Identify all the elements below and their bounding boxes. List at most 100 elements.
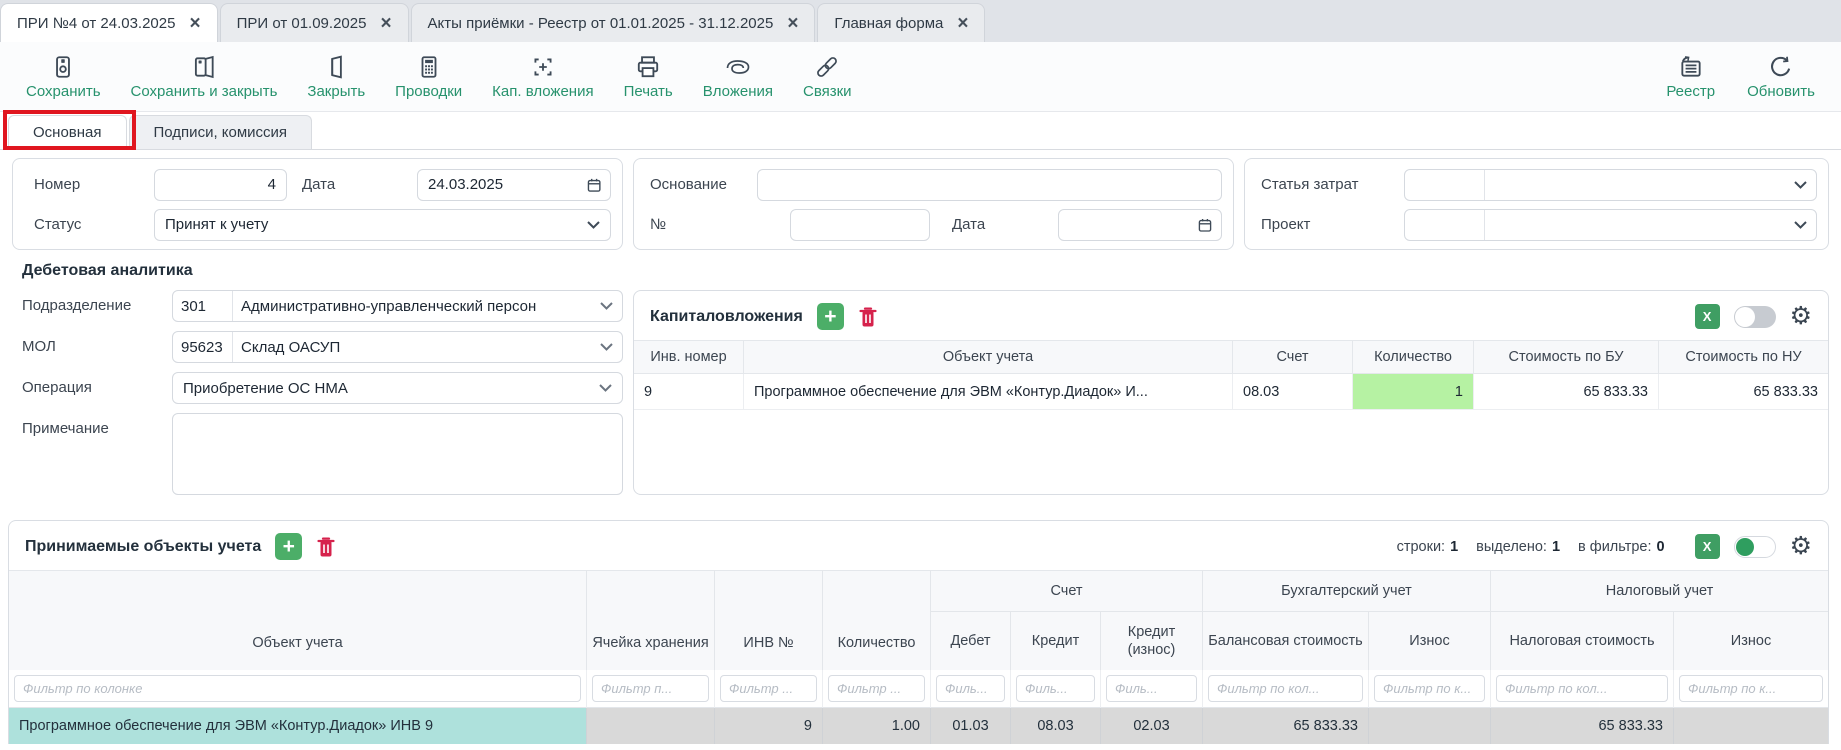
print-button[interactable]: Печать [624, 54, 673, 100]
filter-toggle[interactable] [1733, 535, 1776, 558]
column-header[interactable]: Стоимость по НУ [1659, 340, 1828, 374]
add-row-button[interactable]: + [816, 303, 844, 330]
tab-podpisi-komissiya[interactable]: Подписи, комиссия [128, 115, 313, 149]
filter-cell-input[interactable] [592, 675, 709, 702]
trash-icon [859, 307, 877, 326]
close-icon[interactable]: × [957, 14, 968, 33]
column-header[interactable]: Инв. номер [634, 340, 744, 374]
filter-qty-input[interactable] [828, 675, 925, 702]
filter-debit-input[interactable] [936, 675, 1005, 702]
column-header-credit[interactable]: Кредит [1011, 612, 1101, 670]
column-header[interactable]: Количество [1353, 340, 1474, 374]
column-header[interactable]: Стоимость по БУ [1474, 340, 1659, 374]
close-icon[interactable]: × [380, 14, 391, 33]
row-cell-qty[interactable]: 1.00 [823, 708, 931, 744]
row-cell-iznos-bu[interactable] [1369, 708, 1491, 744]
tab-registry[interactable]: Акты приёмки - Реестр от 01.01.2025 - 31… [410, 3, 816, 42]
filter-tax-input[interactable] [1496, 675, 1668, 702]
cell-cost-bu[interactable]: 65 833.33 [1474, 374, 1659, 410]
close-icon[interactable]: × [189, 14, 200, 33]
excel-export-button[interactable]: X [1694, 304, 1720, 329]
column-header[interactable]: Объект учета [744, 340, 1233, 374]
filter-credit-iznos-input[interactable] [1106, 675, 1197, 702]
filter-object-input[interactable] [14, 675, 581, 702]
toolbar-label: Печать [623, 82, 673, 100]
toolbar-label: Сохранить и закрыть [130, 82, 278, 100]
toolbar-label: Обновить [1747, 82, 1815, 100]
delete-row-button[interactable] [316, 536, 336, 558]
column-header-iznos-bu[interactable]: Износ [1369, 612, 1491, 670]
column-header-tax-cost[interactable]: Налоговая стоимость [1491, 612, 1674, 670]
refresh-button[interactable]: Обновить [1747, 54, 1815, 100]
save-button[interactable]: Сохранить [26, 54, 101, 100]
row-cell-inv[interactable]: 9 [715, 708, 823, 744]
basis-date-value-input[interactable] [1069, 216, 1197, 233]
number-input[interactable] [154, 168, 287, 201]
status-select[interactable]: Принят к учету [154, 208, 611, 241]
filter-iznos-nu-input[interactable] [1679, 675, 1823, 702]
row-cell-credit-iznos[interactable]: 02.03 [1101, 708, 1203, 744]
window-tab-bar: ПРИ №4 от 24.03.2025 × ПРИ от 01.09.2025… [0, 0, 1841, 42]
number-label: Номер [34, 176, 81, 193]
column-header-storage-cell[interactable]: Ячейка хранения [587, 570, 715, 670]
column-header[interactable]: Счет [1233, 340, 1353, 374]
column-header-qty[interactable]: Количество [823, 570, 931, 670]
column-header-inv[interactable]: ИНВ № [715, 570, 823, 670]
excel-export-button[interactable]: X [1694, 534, 1720, 559]
date-input[interactable] [417, 168, 611, 201]
note-textarea[interactable] [172, 413, 623, 495]
tab-document-pri4[interactable]: ПРИ №4 от 24.03.2025 × [0, 3, 218, 42]
filter-toggle[interactable] [1733, 305, 1776, 328]
operation-select[interactable]: Приобретение ОС НМА [172, 372, 623, 404]
column-header-credit-iznos[interactable]: Кредит (износ) [1101, 612, 1203, 670]
tab-main-form[interactable]: Главная форма × [817, 3, 986, 42]
capital-investments-button[interactable]: Кап. вложения [492, 54, 594, 100]
cell-inv-number[interactable]: 9 [634, 374, 744, 410]
column-header-iznos-nu[interactable]: Износ [1674, 612, 1828, 670]
trash-icon [317, 537, 335, 556]
column-header-debit[interactable]: Дебет [931, 612, 1011, 670]
gear-icon[interactable]: ⚙ [1790, 534, 1812, 559]
tab-osnovnaya[interactable]: Основная [8, 115, 127, 149]
row-cell-tax[interactable]: 65 833.33 [1491, 708, 1674, 744]
column-header-balance[interactable]: Балансовая стоимость [1203, 612, 1369, 670]
row-cell-object[interactable]: Программное обеспечение для ЭВМ «Контур.… [9, 708, 587, 744]
basis-panel: Основание № Дата [633, 158, 1234, 250]
gear-icon[interactable]: ⚙ [1790, 304, 1812, 329]
close-icon[interactable]: × [787, 14, 798, 33]
cell-account[interactable]: 08.03 [1233, 374, 1353, 410]
department-select[interactable]: 301 Административно-управленческий персо… [172, 290, 623, 322]
delete-row-button[interactable] [858, 306, 878, 328]
attachments-button[interactable]: Вложения [703, 54, 773, 100]
row-cell-storage[interactable] [587, 708, 715, 744]
row-cell-balance[interactable]: 65 833.33 [1203, 708, 1369, 744]
filtered-counter: в фильтре: 0 [1578, 538, 1665, 555]
row-cell-iznos-nu[interactable] [1674, 708, 1828, 744]
cell-object[interactable]: Программное обеспечение для ЭВМ «Контур.… [744, 374, 1233, 410]
date-value-input[interactable] [428, 176, 586, 193]
postings-button[interactable]: Проводки [395, 54, 462, 100]
row-cell-credit[interactable]: 08.03 [1011, 708, 1101, 744]
cell-quantity[interactable]: 1 [1353, 374, 1474, 410]
project-select[interactable] [1404, 208, 1817, 241]
column-header-object[interactable]: Объект учета [9, 570, 587, 670]
save-and-close-button[interactable]: Сохранить и закрыть [130, 54, 278, 100]
filter-credit-input[interactable] [1016, 675, 1095, 702]
basis-date-input[interactable] [1058, 208, 1222, 241]
basis-input[interactable] [757, 168, 1222, 201]
mol-select[interactable]: 95623 Склад ОАСУП [172, 331, 623, 363]
filter-inv-input[interactable] [720, 675, 817, 702]
selected-counter: выделено: 1 [1476, 538, 1561, 555]
basis-number-input[interactable] [790, 208, 930, 241]
registry-button[interactable]: Реестр [1666, 54, 1715, 100]
links-button[interactable]: Связки [803, 54, 852, 100]
filter-balance-input[interactable] [1208, 675, 1363, 702]
filter-iznos-bu-input[interactable] [1374, 675, 1485, 702]
tab-document-pri[interactable]: ПРИ от 01.09.2025 × [219, 3, 409, 42]
cell-cost-nu[interactable]: 65 833.33 [1659, 374, 1828, 410]
cost-item-select[interactable] [1404, 168, 1817, 201]
toolbar-label: Реестр [1666, 82, 1716, 100]
add-row-button[interactable]: + [275, 533, 303, 560]
close-button[interactable]: Закрыть [307, 54, 365, 100]
row-cell-debit[interactable]: 01.03 [931, 708, 1011, 744]
